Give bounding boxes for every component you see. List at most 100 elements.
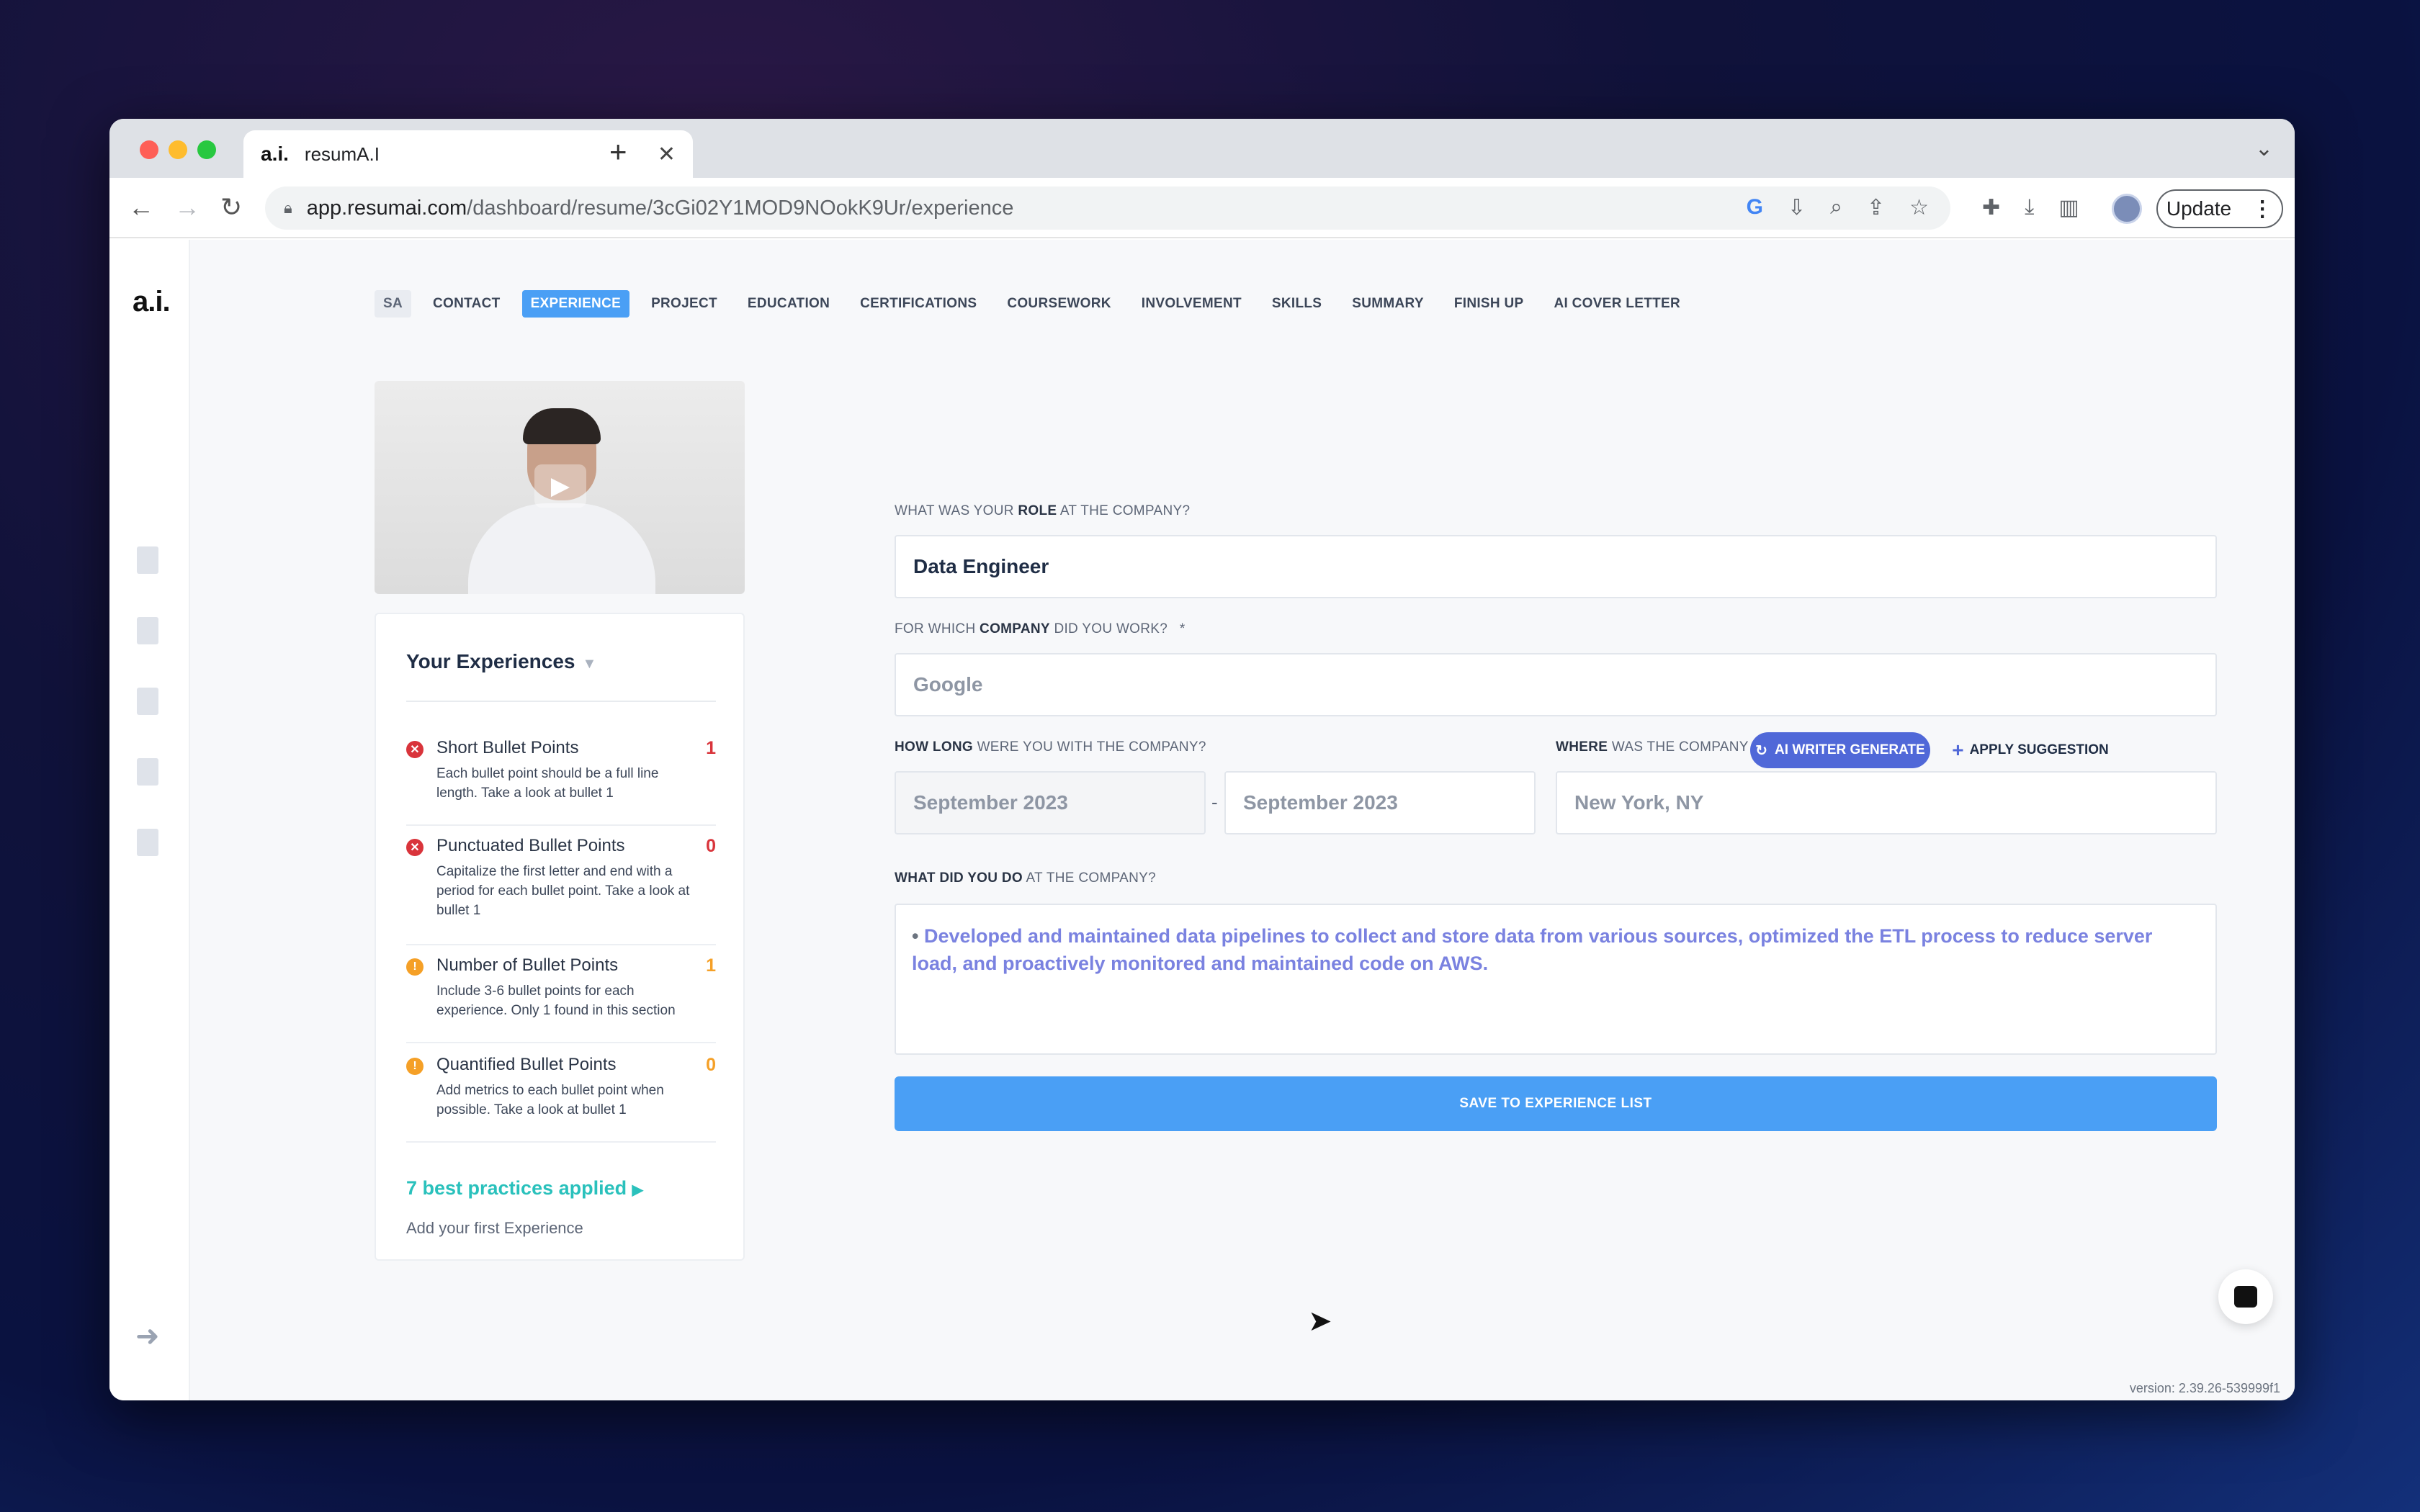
step-project[interactable]: PROJECT <box>642 290 726 318</box>
start-date-input[interactable]: September 2023 <box>895 771 1206 834</box>
description-text: Developed and maintained data pipelines … <box>912 925 2153 974</box>
minimize-window-button[interactable] <box>169 140 187 159</box>
step-involvement[interactable]: INVOLVEMENT <box>1133 290 1250 318</box>
description-label-bold: WHAT DID YOU DO <box>895 870 1023 886</box>
description-label-post: AT THE COMPANY? <box>1022 870 1156 886</box>
version-text: version: 2.39.26-539999f1 <box>2129 1381 2280 1395</box>
install-icon[interactable]: ⇩ <box>1788 195 1806 220</box>
step-skills[interactable]: SKILLS <box>1263 290 1330 318</box>
step-certifications[interactable]: CERTIFICATIONS <box>851 290 985 318</box>
check-quantified-bullets: ! Quantified Bullet Points 0 Add metrics… <box>406 1055 716 1143</box>
refresh-icon: ↻ <box>1755 742 1768 759</box>
step-coursework[interactable]: COURSEWORK <box>998 290 1119 318</box>
role-label-bold: ROLE <box>1018 503 1057 518</box>
profile-avatar[interactable] <box>2112 194 2142 224</box>
company-label: FOR WHICH COMPANY DID YOU WORK? * <box>895 621 1186 637</box>
update-button[interactable]: Update ⋮ <box>2156 189 2283 228</box>
address-bar[interactable]: 🔒︎ app.resumai.com/dashboard/resume/3cGi… <box>265 186 1950 230</box>
tab-title: resumA.I <box>304 143 380 165</box>
date-separator: - <box>1211 791 1218 813</box>
best-practices-link[interactable]: 7 best practices applied ▶ <box>406 1177 643 1200</box>
chat-icon[interactable] <box>2218 1269 2273 1324</box>
lock-icon[interactable]: 🔒︎ <box>284 199 292 217</box>
ai-generate-label: AI WRITER GENERATE <box>1775 742 1925 757</box>
browser-toolbar: ← → ↻ 🔒︎ app.resumai.com/dashboard/resum… <box>109 178 2295 238</box>
url-path: /dashboard/resume/3cGi02Y1MOD9NOokK9Ur/e… <box>467 196 1014 220</box>
role-label: WHAT WAS YOUR ROLE AT THE COMPANY? <box>895 503 1190 519</box>
step-contact[interactable]: CONTACT <box>424 290 509 318</box>
location-label-bold: WHERE <box>1556 739 1608 755</box>
save-to-experience-list-button[interactable]: SAVE TO EXPERIENCE LIST <box>895 1076 2217 1131</box>
new-tab-button[interactable]: + <box>609 135 627 169</box>
experiences-title: Your Experiences <box>406 650 575 672</box>
company-label-bold: COMPANY <box>980 621 1050 636</box>
forward-arrow-icon[interactable]: → <box>174 192 200 222</box>
logout-icon[interactable]: ➜ <box>135 1320 160 1353</box>
chevron-down-icon: ▼ <box>582 656 597 672</box>
check-count: 0 <box>706 836 716 856</box>
checklist-icon[interactable] <box>137 688 158 715</box>
company-input[interactable]: Google <box>895 653 2217 716</box>
caret-right-icon: ▶ <box>632 1182 644 1198</box>
download-icon[interactable]: ⤓ <box>2025 195 2034 220</box>
app-logo[interactable]: a.i. <box>133 286 171 318</box>
video-person-body <box>468 503 655 594</box>
browser-window: a.i. resumA.I ✕ + ⌄ ← → ↻ 🔒︎ app.resumai… <box>109 119 2295 1400</box>
tab-search-icon[interactable]: ⌄ <box>2255 136 2273 161</box>
role-label-post: AT THE COMPANY? <box>1057 503 1191 518</box>
video-icon[interactable] <box>137 758 158 786</box>
star-icon[interactable]: ☆ <box>1909 195 1929 220</box>
step-navigation: SA CONTACT EXPERIENCE PROJECT EDUCATION … <box>375 290 1689 318</box>
step-ai-cover-letter[interactable]: AI COVER LETTER <box>1545 290 1689 318</box>
check-title: Punctuated Bullet Points <box>436 836 625 855</box>
warning-icon: ! <box>406 1058 424 1075</box>
apply-suggestion-button[interactable]: + APPLY SUGGESTION <box>1948 732 2113 768</box>
step-finish-up[interactable]: FINISH UP <box>1446 290 1533 318</box>
add-first-experience[interactable]: Add your first Experience <box>406 1219 583 1238</box>
close-window-button[interactable] <box>140 140 158 159</box>
company-label-pre: FOR WHICH <box>895 621 980 636</box>
close-tab-icon[interactable]: ✕ <box>658 142 676 167</box>
zoom-icon[interactable]: ⌕ <box>1830 195 1842 220</box>
maximize-window-button[interactable] <box>197 140 216 159</box>
back-arrow-icon[interactable]: ← <box>128 192 154 222</box>
check-title: Number of Bullet Points <box>436 955 619 975</box>
check-punctuated-bullets: ✕ Punctuated Bullet Points 0 Capitalize … <box>406 836 716 945</box>
play-icon[interactable]: ▶ <box>534 464 586 508</box>
profile-doc-icon[interactable] <box>137 829 158 856</box>
app-content: a.i. ➜ SA CONTACT EXPERIENCE PROJECT EDU… <box>109 240 2295 1400</box>
experiences-card: Your Experiences ▼ ✕ Short Bullet Points … <box>375 613 745 1261</box>
document-lines-icon[interactable] <box>137 617 158 644</box>
check-title: Quantified Bullet Points <box>436 1055 617 1074</box>
role-input[interactable]: Data Engineer <box>895 535 2217 598</box>
experiences-dropdown[interactable]: Your Experiences ▼ <box>406 650 596 673</box>
ai-writer-generate-button[interactable]: ↻ AI WRITER GENERATE <box>1750 732 1930 768</box>
side-panel-icon[interactable]: ▥ <box>2058 195 2079 220</box>
extensions-icon[interactable]: ✚ <box>1982 195 2000 220</box>
menu-dots-icon[interactable]: ⋮ <box>2251 197 2273 222</box>
description-textarea[interactable]: • Developed and maintained data pipeline… <box>895 904 2217 1055</box>
bullet-marker: • <box>912 925 919 947</box>
step-experience[interactable]: EXPERIENCE <box>521 290 630 318</box>
check-short-bullets: ✕ Short Bullet Points 1 Each bullet poin… <box>406 738 716 826</box>
divider <box>406 701 716 702</box>
share-icon[interactable]: ⇪ <box>1867 195 1885 220</box>
end-date-input[interactable]: September 2023 <box>1224 771 1536 834</box>
duration-label-post: WERE YOU WITH THE COMPANY? <box>973 739 1206 755</box>
document-icon[interactable] <box>137 546 158 574</box>
sidebar: a.i. ➜ <box>109 240 190 1400</box>
location-input[interactable]: New York, NY <box>1556 771 2217 834</box>
check-description: Capitalize the first letter and end with… <box>436 864 690 918</box>
check-count: 0 <box>706 1055 716 1075</box>
check-description: Each bullet point should be a full line … <box>436 766 659 801</box>
check-count: 1 <box>706 738 716 758</box>
check-description: Include 3-6 bullet points for each exper… <box>436 984 676 1018</box>
step-initials[interactable]: SA <box>375 290 411 318</box>
step-summary[interactable]: SUMMARY <box>1343 290 1433 318</box>
reload-icon[interactable]: ↻ <box>220 192 242 222</box>
tutorial-video[interactable]: ▶ <box>375 381 745 594</box>
duration-label: HOW LONG WERE YOU WITH THE COMPANY? <box>895 739 1206 755</box>
step-education[interactable]: EDUCATION <box>739 290 838 318</box>
google-icon[interactable]: G <box>1747 195 1763 220</box>
tab-bar: a.i. resumA.I ✕ + ⌄ <box>109 119 2295 178</box>
